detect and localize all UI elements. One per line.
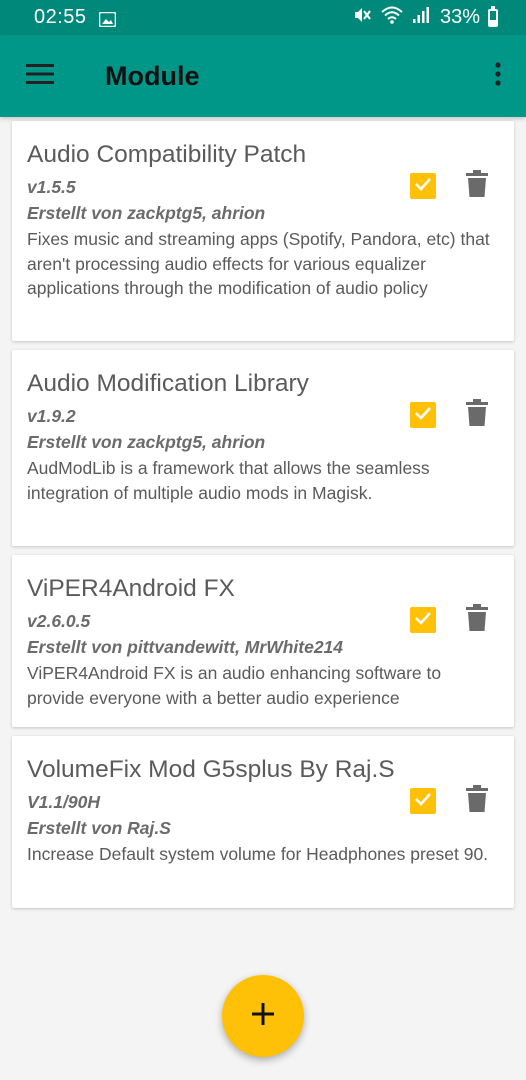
module-delete-button[interactable] [464,398,490,432]
module-author: Erstellt von zackptg5, ahrion [27,203,266,223]
add-module-button[interactable] [222,975,304,1057]
check-icon [413,608,433,633]
trash-icon [466,398,488,432]
module-name: VolumeFix Mod G5splus By Raj.S [27,756,395,783]
status-icons: 33% [352,5,498,31]
module-delete-button[interactable] [464,169,490,203]
module-card: ViPER4Android FX v2.6.0.5 Erstellt von p… [12,555,514,727]
app-bar: Module [0,35,526,117]
signal-icon [412,6,430,30]
module-enable-checkbox[interactable] [410,788,436,814]
module-description: AudModLib is a framework that allows the… [27,458,430,503]
check-icon [413,789,433,814]
wifi-icon [380,5,404,31]
hamburger-icon [26,63,56,90]
check-icon [413,174,433,199]
module-description: ViPER4Android FX is an audio enhancing s… [27,663,442,708]
battery-percent: 33% [439,6,480,28]
status-time: 02:55 [34,6,87,28]
trash-icon [466,169,488,203]
module-enable-checkbox[interactable] [410,402,436,428]
module-description: Fixes music and streaming apps (Spotify,… [27,229,490,298]
status-bar: 02:55 33% [0,0,526,35]
module-description: Increase Default system volume for Headp… [27,844,489,864]
menu-button[interactable] [13,48,69,104]
module-author: Erstellt von pittvandewitt, MrWhite214 [27,637,344,657]
module-enable-checkbox[interactable] [410,607,436,633]
page-title: Module [105,60,200,91]
module-author: Erstellt von zackptg5, ahrion [27,432,266,452]
trash-icon [466,784,488,818]
module-delete-button[interactable] [464,603,490,637]
module-delete-button[interactable] [464,784,490,818]
check-icon [413,403,433,428]
module-card: VolumeFix Mod G5splus By Raj.S V1.1/90H … [12,736,514,908]
image-icon [98,10,116,28]
mute-icon [352,5,372,31]
module-list: Audio Compatibility Patch v1.5.5 Erstell… [12,121,514,917]
module-name: Audio Compatibility Patch [27,141,307,168]
overflow-menu-button[interactable] [486,48,510,104]
module-author: Erstellt von Raj.S [27,818,171,838]
module-enable-checkbox[interactable] [410,173,436,199]
more-vert-icon [494,61,502,92]
module-card: Audio Compatibility Patch v1.5.5 Erstell… [12,121,514,341]
plus-icon [251,1002,275,1031]
trash-icon [466,603,488,637]
module-card: Audio Modification Library v1.9.2 Erstel… [12,350,514,546]
module-name: Audio Modification Library [27,370,309,397]
module-name: ViPER4Android FX [27,575,235,602]
battery-icon [488,5,498,27]
